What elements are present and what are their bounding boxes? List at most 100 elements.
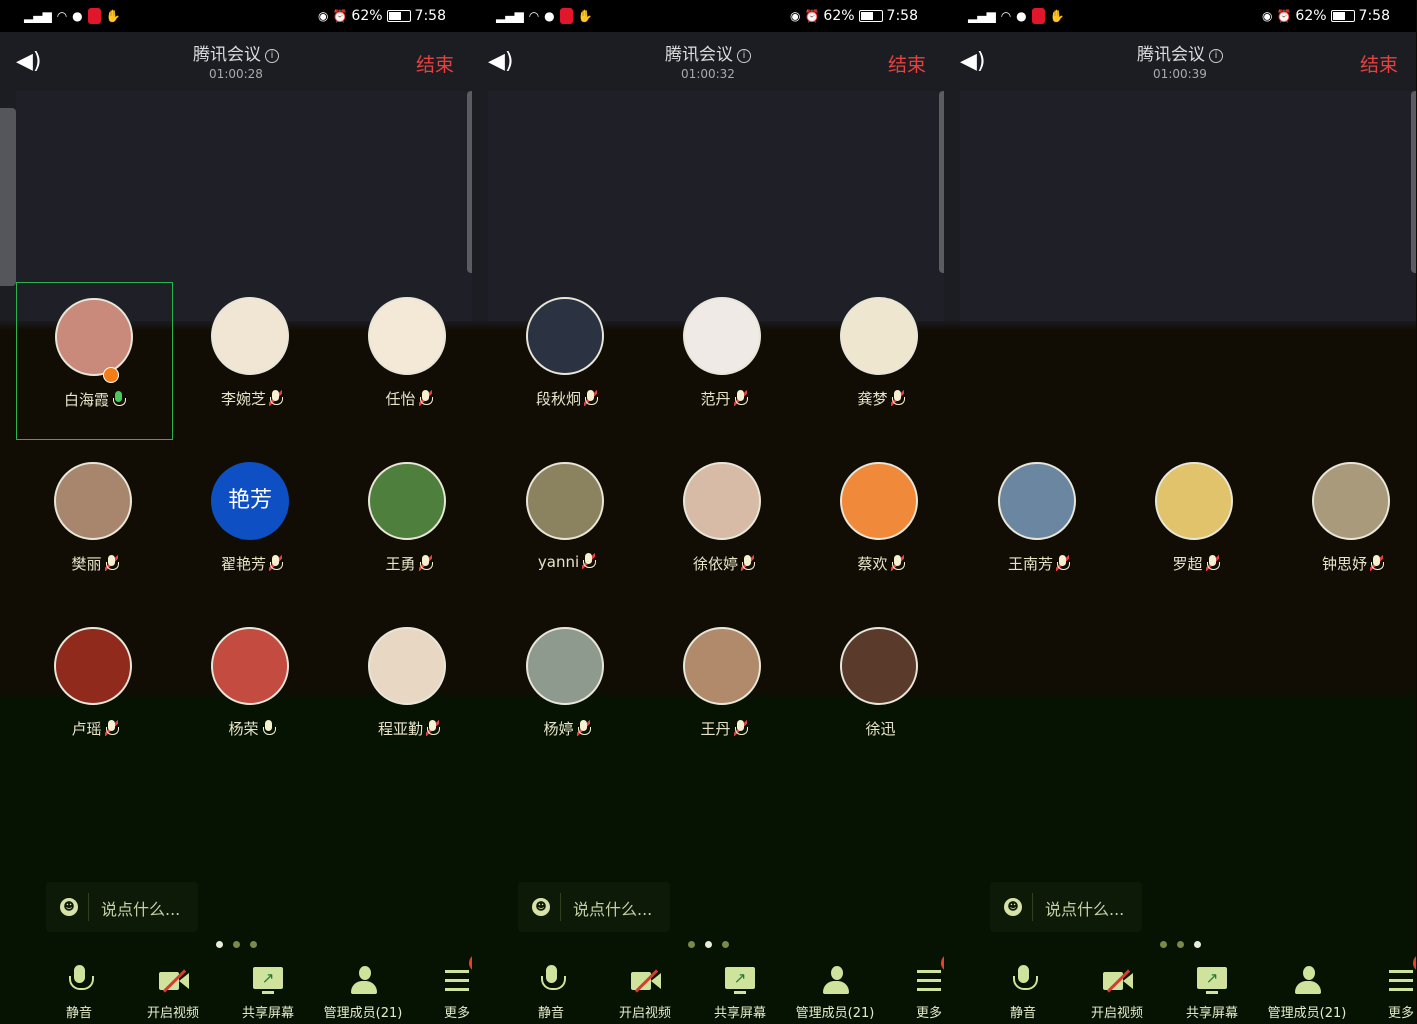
end-meeting-button[interactable]: 结束 — [1360, 50, 1398, 77]
info-icon[interactable]: i — [1209, 49, 1223, 63]
mute-label: 静音 — [65, 1006, 92, 1021]
participant-name: 王丹 — [700, 720, 731, 738]
status-icons-right: ◉ ⏰ 62% 7:58 — [318, 7, 446, 25]
microphone-icon — [63, 964, 95, 996]
page-dot[interactable] — [704, 941, 712, 948]
avatar — [840, 297, 918, 375]
avatar — [683, 627, 761, 705]
chat-input[interactable]: ☻ 说点什么... — [46, 882, 198, 932]
participant-tile[interactable]: 王丹 — [645, 612, 802, 770]
mute-button[interactable]: 静音 — [973, 956, 1073, 1024]
more-button[interactable]: 1更多 — [1351, 954, 1416, 1024]
alarm-icon: ⏰ — [804, 9, 820, 23]
avatar — [683, 462, 761, 540]
emoji-icon[interactable]: ☻ — [532, 898, 550, 916]
participant-tile[interactable]: 李婉芝 — [173, 282, 330, 440]
page-dot[interactable] — [249, 941, 257, 948]
participant-name: 段秋炯 — [535, 390, 581, 408]
monitor-stand — [1206, 991, 1218, 994]
emoji-icon[interactable]: ☻ — [60, 898, 78, 916]
participant-tile[interactable]: 白海霞 — [16, 282, 173, 440]
share-button[interactable]: 共享屏幕 — [1162, 956, 1262, 1024]
chat-placeholder: 说点什么... — [1045, 900, 1125, 919]
participant-tile[interactable]: 任怡 — [330, 282, 472, 440]
avatar — [840, 627, 918, 705]
shared-video-area — [960, 91, 1416, 321]
mic-muted-icon — [104, 555, 119, 571]
participant-tile[interactable]: 杨荣 — [173, 612, 330, 770]
more-button[interactable]: 1更多 — [407, 954, 472, 1024]
end-meeting-button[interactable]: 结束 — [416, 50, 454, 77]
share-button[interactable]: 共享屏幕 — [218, 956, 318, 1024]
eye-icon: ◉ — [1261, 9, 1273, 23]
mic-muted-icon — [1370, 555, 1384, 571]
meeting-timer: 01:00:28 — [209, 67, 263, 81]
end-meeting-button[interactable]: 结束 — [888, 50, 926, 77]
scroll-indicator[interactable] — [0, 108, 16, 286]
battery-percent: 62% — [823, 8, 855, 24]
more-button[interactable]: 1更多 — [879, 954, 944, 1024]
mute-button[interactable]: 静音 — [29, 956, 129, 1024]
video-button[interactable]: 开启视频 — [1067, 956, 1167, 1024]
participant-tile[interactable]: 程亚勤 — [330, 612, 472, 770]
participant-name-row: 卢瑶 — [16, 718, 173, 739]
hand-icon: ✋ — [577, 9, 593, 23]
emoji-icon[interactable]: ☻ — [1004, 898, 1022, 916]
members-icon — [819, 964, 851, 996]
info-icon[interactable]: i — [265, 49, 279, 63]
avatar — [54, 462, 132, 540]
participant-tile[interactable]: 蔡欢 — [802, 447, 944, 605]
avatar — [368, 462, 446, 540]
page-dot[interactable] — [215, 941, 223, 948]
meeting-title: 腾讯会议 — [193, 45, 261, 65]
monitor-stand — [262, 991, 274, 994]
meeting-title-block[interactable]: 腾讯会议 i 01:00:28 — [0, 40, 472, 81]
participant-tile[interactable]: 段秋炯 — [488, 282, 645, 440]
video-button[interactable]: 开启视频 — [123, 956, 223, 1024]
participant-tile[interactable]: 王勇 — [330, 447, 472, 605]
participant-tile[interactable]: 樊丽 — [16, 447, 173, 605]
participant-name: 翟艳芳 — [220, 555, 266, 573]
participant-tile[interactable]: 艳芳 翟艳芳 — [173, 447, 330, 605]
participant-tile[interactable]: 龚梦 — [802, 282, 944, 440]
page-dot[interactable] — [721, 941, 729, 948]
page-indicator — [0, 933, 472, 952]
page-dot[interactable] — [687, 941, 695, 948]
participant-name: 范丹 — [700, 390, 731, 408]
participant-name-row: 翟艳芳 — [173, 553, 330, 574]
chat-input[interactable]: ☻ 说点什么... — [518, 882, 670, 932]
screenshot-root: ▂▄▆ ◠ ● ✋ ◉ ⏰ 62% 7:58 ◀) 腾讯会议 i 01:00:28 结束 白海霞 李婉芝 任怡… — [0, 0, 1417, 1024]
status-icons-right: ◉ ⏰ 62% 7:58 — [1262, 7, 1390, 25]
mute-button[interactable]: 静音 — [501, 956, 601, 1024]
participant-tile[interactable]: 徐迅 — [802, 612, 944, 770]
mic-muted-icon — [741, 555, 755, 571]
participant-tile[interactable]: 卢瑶 — [16, 612, 173, 770]
participant-name: 徐迅 — [865, 720, 896, 738]
participant-tile[interactable]: 罗超 — [1117, 447, 1274, 605]
meeting-title-block[interactable]: 腾讯会议 i 01:00:32 — [472, 40, 944, 81]
participant-tile[interactable]: yanni — [488, 447, 645, 605]
info-icon[interactable]: i — [737, 49, 751, 63]
participant-tile[interactable]: 杨婷 — [488, 612, 645, 770]
participant-name: 杨婷 — [543, 720, 574, 738]
participant-tile[interactable]: 范丹 — [645, 282, 802, 440]
page-dot[interactable] — [1176, 941, 1184, 948]
monitor-stand — [734, 991, 746, 994]
meeting-title-block[interactable]: 腾讯会议 i 01:00:39 — [944, 40, 1416, 81]
page-dot[interactable] — [232, 941, 240, 948]
participant-name-row: 王勇 — [330, 553, 472, 574]
members-button[interactable]: 管理成员(21) — [785, 956, 885, 1024]
members-button[interactable]: 管理成员(21) — [1257, 956, 1357, 1024]
scrollbar-thumb[interactable] — [1411, 91, 1416, 273]
page-dot[interactable] — [1159, 941, 1167, 948]
participant-tile[interactable]: 王南芳 — [960, 447, 1117, 605]
members-button[interactable]: 管理成员(21) — [313, 956, 413, 1024]
meeting-timer: 01:00:32 — [681, 67, 735, 81]
chat-input[interactable]: ☻ 说点什么... — [990, 882, 1142, 932]
participant-tile[interactable]: 徐依婷 — [645, 447, 802, 605]
share-button[interactable]: 共享屏幕 — [690, 956, 790, 1024]
video-button[interactable]: 开启视频 — [595, 956, 695, 1024]
page-dot[interactable] — [1193, 941, 1201, 948]
more-label: 更多 — [443, 1006, 470, 1021]
participant-tile[interactable]: 钟思妤 — [1274, 447, 1416, 605]
